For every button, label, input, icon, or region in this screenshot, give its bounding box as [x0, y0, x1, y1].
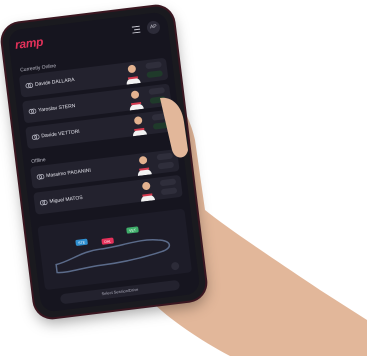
- driver-name: Miguel MATOS: [49, 194, 84, 205]
- link-icon: [36, 174, 45, 180]
- driver-photo: [137, 156, 152, 176]
- avatar[interactable]: AP: [146, 20, 161, 35]
- driver-photo: [126, 64, 141, 85]
- driver-photo: [133, 116, 147, 137]
- status-pill: [145, 61, 162, 70]
- online-pill: [152, 121, 170, 130]
- menu-icon[interactable]: [131, 25, 141, 34]
- section-title-offline: Offline: [31, 157, 47, 165]
- phone-screen: ramp AP Currently Online Davide DALLARA …: [7, 11, 201, 313]
- status-pill: [148, 87, 166, 95]
- phone-device: ramp AP Currently Online Davide DALLARA …: [0, 4, 208, 320]
- track-map-svg: STE DAL VET: [55, 226, 180, 274]
- link-icon: [39, 199, 48, 206]
- offline-pill: [157, 161, 175, 170]
- product-photo: ramp AP Currently Online Davide DALLARA …: [0, 0, 367, 356]
- expand-icon[interactable]: [171, 262, 180, 271]
- driver-name: Yaroslav STERN: [37, 103, 76, 114]
- status-pill: [151, 112, 169, 121]
- driver-photo: [129, 90, 144, 111]
- status-pill: [159, 178, 177, 187]
- driver-name: Davide VETTORI: [41, 128, 81, 140]
- track-map[interactable]: STE DAL VET: [37, 208, 193, 291]
- link-icon: [28, 108, 37, 115]
- offline-pill: [160, 187, 178, 196]
- app-logo: ramp: [14, 34, 44, 52]
- driver-name: Davide DALLARA: [34, 77, 75, 88]
- driver-photo: [141, 182, 156, 202]
- map-marker-label: DAL: [104, 239, 111, 244]
- app-header: ramp AP: [14, 20, 163, 54]
- online-pill: [146, 70, 163, 79]
- link-icon: [25, 82, 34, 89]
- driver-name: Massimo PAGANINI: [45, 167, 92, 180]
- link-icon: [31, 134, 40, 140]
- online-pill: [149, 96, 167, 104]
- status-pill: [156, 152, 174, 161]
